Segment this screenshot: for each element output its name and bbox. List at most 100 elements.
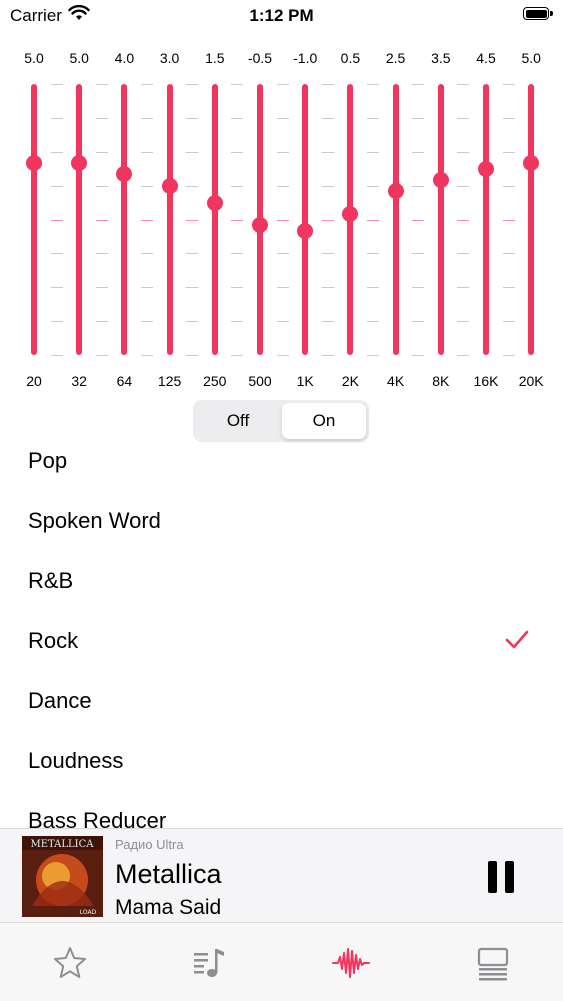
tab-favorites[interactable]: [50, 943, 90, 983]
eq-slider-thumb[interactable]: [116, 166, 133, 183]
scale-tick: [95, 253, 108, 255]
scale-tick: [412, 151, 425, 153]
eq-slider-track[interactable]: [302, 84, 309, 355]
album-art: METALLICA LOAD: [22, 836, 103, 917]
scale-tick: [412, 321, 425, 323]
scale-tick: [367, 253, 379, 255]
battery-icon: [523, 7, 555, 23]
scale-tick: [457, 185, 470, 187]
tab-library[interactable]: [473, 943, 513, 983]
scale-tick: [321, 185, 334, 187]
scale-tick: [457, 321, 470, 323]
eq-slider-thumb[interactable]: [342, 205, 359, 222]
scale-tick: [457, 355, 470, 356]
checkmark-icon: [505, 630, 529, 655]
eq-slider-thumb[interactable]: [387, 183, 404, 200]
scale-tick: [50, 219, 63, 221]
scale-tick: [412, 185, 425, 187]
scale-tick: [502, 321, 515, 323]
eq-slider-thumb[interactable]: [252, 217, 268, 234]
scale-tick: [231, 185, 244, 187]
scale-tick: [231, 151, 244, 153]
scale-tick: [50, 117, 63, 119]
eq-slider-track[interactable]: [528, 84, 535, 355]
scale-tick: [276, 355, 289, 356]
scale-tick: [502, 84, 515, 85]
pause-button[interactable]: [488, 861, 514, 893]
svg-text:LOAD: LOAD: [80, 909, 97, 916]
eq-slider-track[interactable]: [121, 84, 128, 355]
scale-tick: [457, 117, 470, 119]
eq-slider-track[interactable]: [483, 84, 489, 355]
tab-playlist[interactable]: [190, 943, 230, 983]
scale-tick: [141, 253, 153, 255]
eq-slider-thumb[interactable]: [478, 160, 494, 177]
scale-tick: [321, 253, 334, 255]
preset-label: Pop: [28, 448, 68, 473]
track-title: Mama Said: [115, 896, 222, 919]
eq-slider-track[interactable]: [392, 84, 399, 355]
preset-list: Pop Spoken Word R&B Rock Dance Loudness …: [0, 432, 563, 828]
scale-tick: [186, 321, 199, 323]
scale-tick: [276, 151, 289, 153]
eq-slider-track[interactable]: [31, 84, 37, 355]
eq-slider-thumb[interactable]: [161, 177, 178, 194]
eq-slider-thumb[interactable]: [206, 194, 223, 211]
scale-tick: [186, 287, 199, 289]
eq-slider-thumb[interactable]: [26, 155, 42, 172]
preset-row-pop[interactable]: Pop: [0, 432, 563, 492]
music-list-icon: [194, 949, 224, 977]
scale-tick: [141, 84, 153, 85]
scale-tick: [367, 84, 379, 85]
scale-tick: [367, 355, 379, 356]
scale-tick: [321, 117, 334, 119]
scale-tick: [186, 253, 199, 255]
scale-tick: [276, 321, 289, 323]
scale-tick: [367, 321, 379, 323]
preset-row-bass-reducer[interactable]: Bass Reducer: [0, 792, 563, 828]
eq-slider-thumb[interactable]: [523, 155, 540, 172]
scale-tick: [457, 151, 470, 153]
scale-tick: [502, 355, 515, 356]
preset-row-rnb[interactable]: R&B: [0, 552, 563, 612]
scale-tick: [367, 287, 379, 289]
scale-tick: [457, 253, 470, 255]
scale-tick: [231, 253, 244, 255]
eq-slider-thumb[interactable]: [297, 222, 314, 239]
scale-tick: [95, 151, 108, 153]
scale-tick: [367, 117, 379, 119]
scale-tick: [367, 151, 379, 153]
equalizer: 5.0 20 5.0 32 4.0 64 3.0 125 1.5 250 -0.5 500 -1.0 1K…: [0, 40, 563, 400]
preset-label: Loudness: [28, 748, 124, 773]
svg-text:METALLICA: METALLICA: [31, 839, 95, 850]
scale-tick: [276, 84, 289, 85]
eq-slider-track[interactable]: [166, 84, 173, 355]
preset-row-spoken-word[interactable]: Spoken Word: [0, 492, 563, 552]
tab-equalizer[interactable]: [331, 943, 371, 983]
eq-slider-track[interactable]: [211, 84, 218, 355]
scale-tick: [276, 287, 289, 289]
scale-tick: [95, 117, 108, 119]
scale-tick: [502, 151, 515, 153]
clock: 1:12 PM: [249, 6, 314, 25]
mini-player[interactable]: METALLICA LOAD Радио Ultra Metallica Mam…: [0, 828, 563, 923]
eq-slider-thumb[interactable]: [71, 155, 88, 172]
scale-tick: [231, 84, 244, 85]
preset-label: Dance: [28, 688, 92, 713]
preset-label: R&B: [28, 568, 74, 593]
scale-tick: [457, 84, 470, 85]
eq-slider-track[interactable]: [76, 84, 83, 355]
eq-slider-thumb[interactable]: [432, 171, 449, 188]
preset-row-dance[interactable]: Dance: [0, 672, 563, 732]
eq-slider-track[interactable]: [437, 84, 444, 355]
preset-row-rock[interactable]: Rock: [0, 612, 563, 672]
scale-tick: [321, 287, 334, 289]
scale-tick: [95, 321, 108, 323]
scale-tick: [186, 84, 199, 85]
scale-tick: [186, 219, 199, 221]
scale-tick: [412, 253, 425, 255]
preset-label: Spoken Word: [28, 508, 161, 533]
scale-tick: [95, 355, 108, 356]
preset-row-loudness[interactable]: Loudness: [0, 732, 563, 792]
scale-tick: [502, 287, 515, 289]
